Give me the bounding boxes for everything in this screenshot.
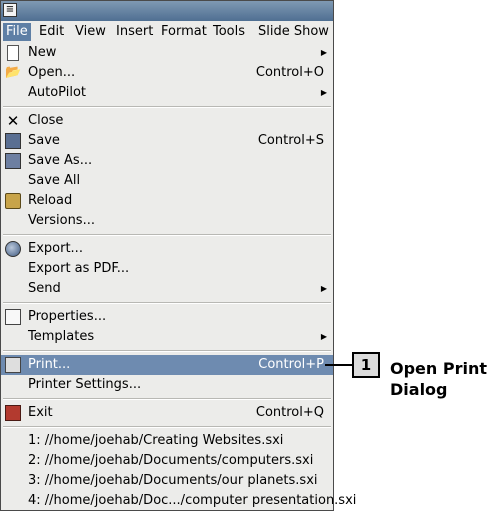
menu-item-label: Save All <box>28 173 81 188</box>
window-menu-icon[interactable]: ≡ <box>3 3 17 17</box>
menu-separator <box>3 302 331 304</box>
submenu-arrow-icon: ▶ <box>320 332 327 341</box>
menu-item-open[interactable]: 📂 Open... Control+O <box>1 63 333 83</box>
menu-item-versions[interactable]: Versions... <box>1 211 333 231</box>
recent-file-item[interactable]: 2: //home/joehab/Documents/computers.sxi <box>1 451 333 471</box>
title-bar: ≡ <box>1 1 333 21</box>
menu-item-properties[interactable]: Properties... <box>1 307 333 327</box>
menu-item-label: Print... <box>28 357 71 372</box>
menu-item-export[interactable]: Export... <box>1 239 333 259</box>
menu-item-label: Properties... <box>28 309 107 324</box>
menu-item-label: Printer Settings... <box>28 377 142 392</box>
menu-item-autopilot[interactable]: AutoPilot ▶ <box>1 83 333 103</box>
menu-file[interactable]: File <box>3 23 31 41</box>
menu-item-new[interactable]: New ▶ <box>1 43 333 63</box>
menu-item-save-all[interactable]: Save All <box>1 171 333 191</box>
callout-text: Open Print Dialog <box>390 359 488 399</box>
save-as-icon <box>5 153 21 169</box>
menu-item-label: Close <box>28 113 64 128</box>
menu-view[interactable]: View <box>72 23 109 41</box>
menu-item-label: Export... <box>28 241 83 256</box>
close-x-icon: ✕ <box>6 112 20 130</box>
menu-item-export-pdf[interactable]: Export as PDF... <box>1 259 333 279</box>
menu-separator <box>3 398 331 400</box>
menu-item-send[interactable]: Send ▶ <box>1 279 333 299</box>
export-icon <box>5 241 21 257</box>
menu-item-save[interactable]: Save Control+S <box>1 131 333 151</box>
menu-item-close[interactable]: ✕ Close <box>1 111 333 131</box>
menu-item-label: Save <box>28 133 60 148</box>
shortcut-label: Control+P <box>258 357 324 372</box>
shortcut-label: Control+S <box>257 133 324 148</box>
menu-edit[interactable]: Edit <box>36 23 67 41</box>
callout-leader-line <box>325 364 352 366</box>
submenu-arrow-icon: ▶ <box>320 284 327 293</box>
menu-item-exit[interactable]: Exit Control+Q <box>1 403 333 423</box>
menu-slide-show[interactable]: Slide Show <box>255 23 332 41</box>
menu-item-label: Reload <box>28 193 73 208</box>
menu-item-label: Versions... <box>28 213 95 228</box>
callout-number-badge: 1 <box>352 352 380 378</box>
menu-item-print[interactable]: Print... Control+P <box>1 355 333 375</box>
menu-item-label: AutoPilot <box>28 85 87 100</box>
recent-file-label: 4: //home/joehab/Doc.../computer present… <box>28 493 357 508</box>
shortcut-label: Control+O <box>255 65 324 80</box>
reload-icon <box>5 193 21 209</box>
menu-item-reload[interactable]: Reload <box>1 191 333 211</box>
menu-item-templates[interactable]: Templates ▶ <box>1 327 333 347</box>
menu-separator <box>3 426 331 428</box>
application-window: ≡ File Edit View Insert Format Tools Sli… <box>0 0 356 511</box>
exit-icon <box>5 405 21 421</box>
menu-item-label: Exit <box>28 405 53 420</box>
menu-item-save-as[interactable]: Save As... <box>1 151 333 171</box>
menu-separator <box>3 234 331 236</box>
menu-separator <box>3 350 331 352</box>
menu-item-label: Save As... <box>28 153 93 168</box>
shortcut-label: Control+Q <box>255 405 324 420</box>
menu-item-label: New <box>28 45 57 60</box>
menu-item-label: Export as PDF... <box>28 261 130 276</box>
submenu-arrow-icon: ▶ <box>320 48 327 57</box>
recent-file-item[interactable]: 4: //home/joehab/Doc.../computer present… <box>1 491 356 511</box>
menu-separator <box>3 106 331 108</box>
file-menu-dropdown: New ▶ 📂 Open... Control+O AutoPilot ▶ ✕ … <box>1 43 356 511</box>
recent-file-label: 1: //home/joehab/Creating Websites.sxi <box>28 433 284 448</box>
properties-icon <box>5 309 21 325</box>
menu-item-label: Templates <box>28 329 95 344</box>
recent-file-label: 2: //home/joehab/Documents/computers.sxi <box>28 453 314 468</box>
menu-item-label: Open... <box>28 65 76 80</box>
printer-icon <box>5 357 21 373</box>
recent-file-label: 3: //home/joehab/Documents/our planets.s… <box>28 473 318 488</box>
recent-file-item[interactable]: 3: //home/joehab/Documents/our planets.s… <box>1 471 333 491</box>
open-folder-icon: 📂 <box>5 65 22 80</box>
menu-insert[interactable]: Insert <box>113 23 156 41</box>
menu-format[interactable]: Format <box>158 23 210 41</box>
new-document-icon <box>7 45 19 61</box>
menu-tools[interactable]: Tools <box>210 23 248 41</box>
save-disk-icon <box>5 133 21 149</box>
submenu-arrow-icon: ▶ <box>320 88 327 97</box>
menu-item-printer-settings[interactable]: Printer Settings... <box>1 375 333 395</box>
menu-item-label: Send <box>28 281 61 296</box>
menu-bar: File Edit View Insert Format Tools Slide… <box>1 21 333 44</box>
recent-file-item[interactable]: 1: //home/joehab/Creating Websites.sxi <box>1 431 333 451</box>
